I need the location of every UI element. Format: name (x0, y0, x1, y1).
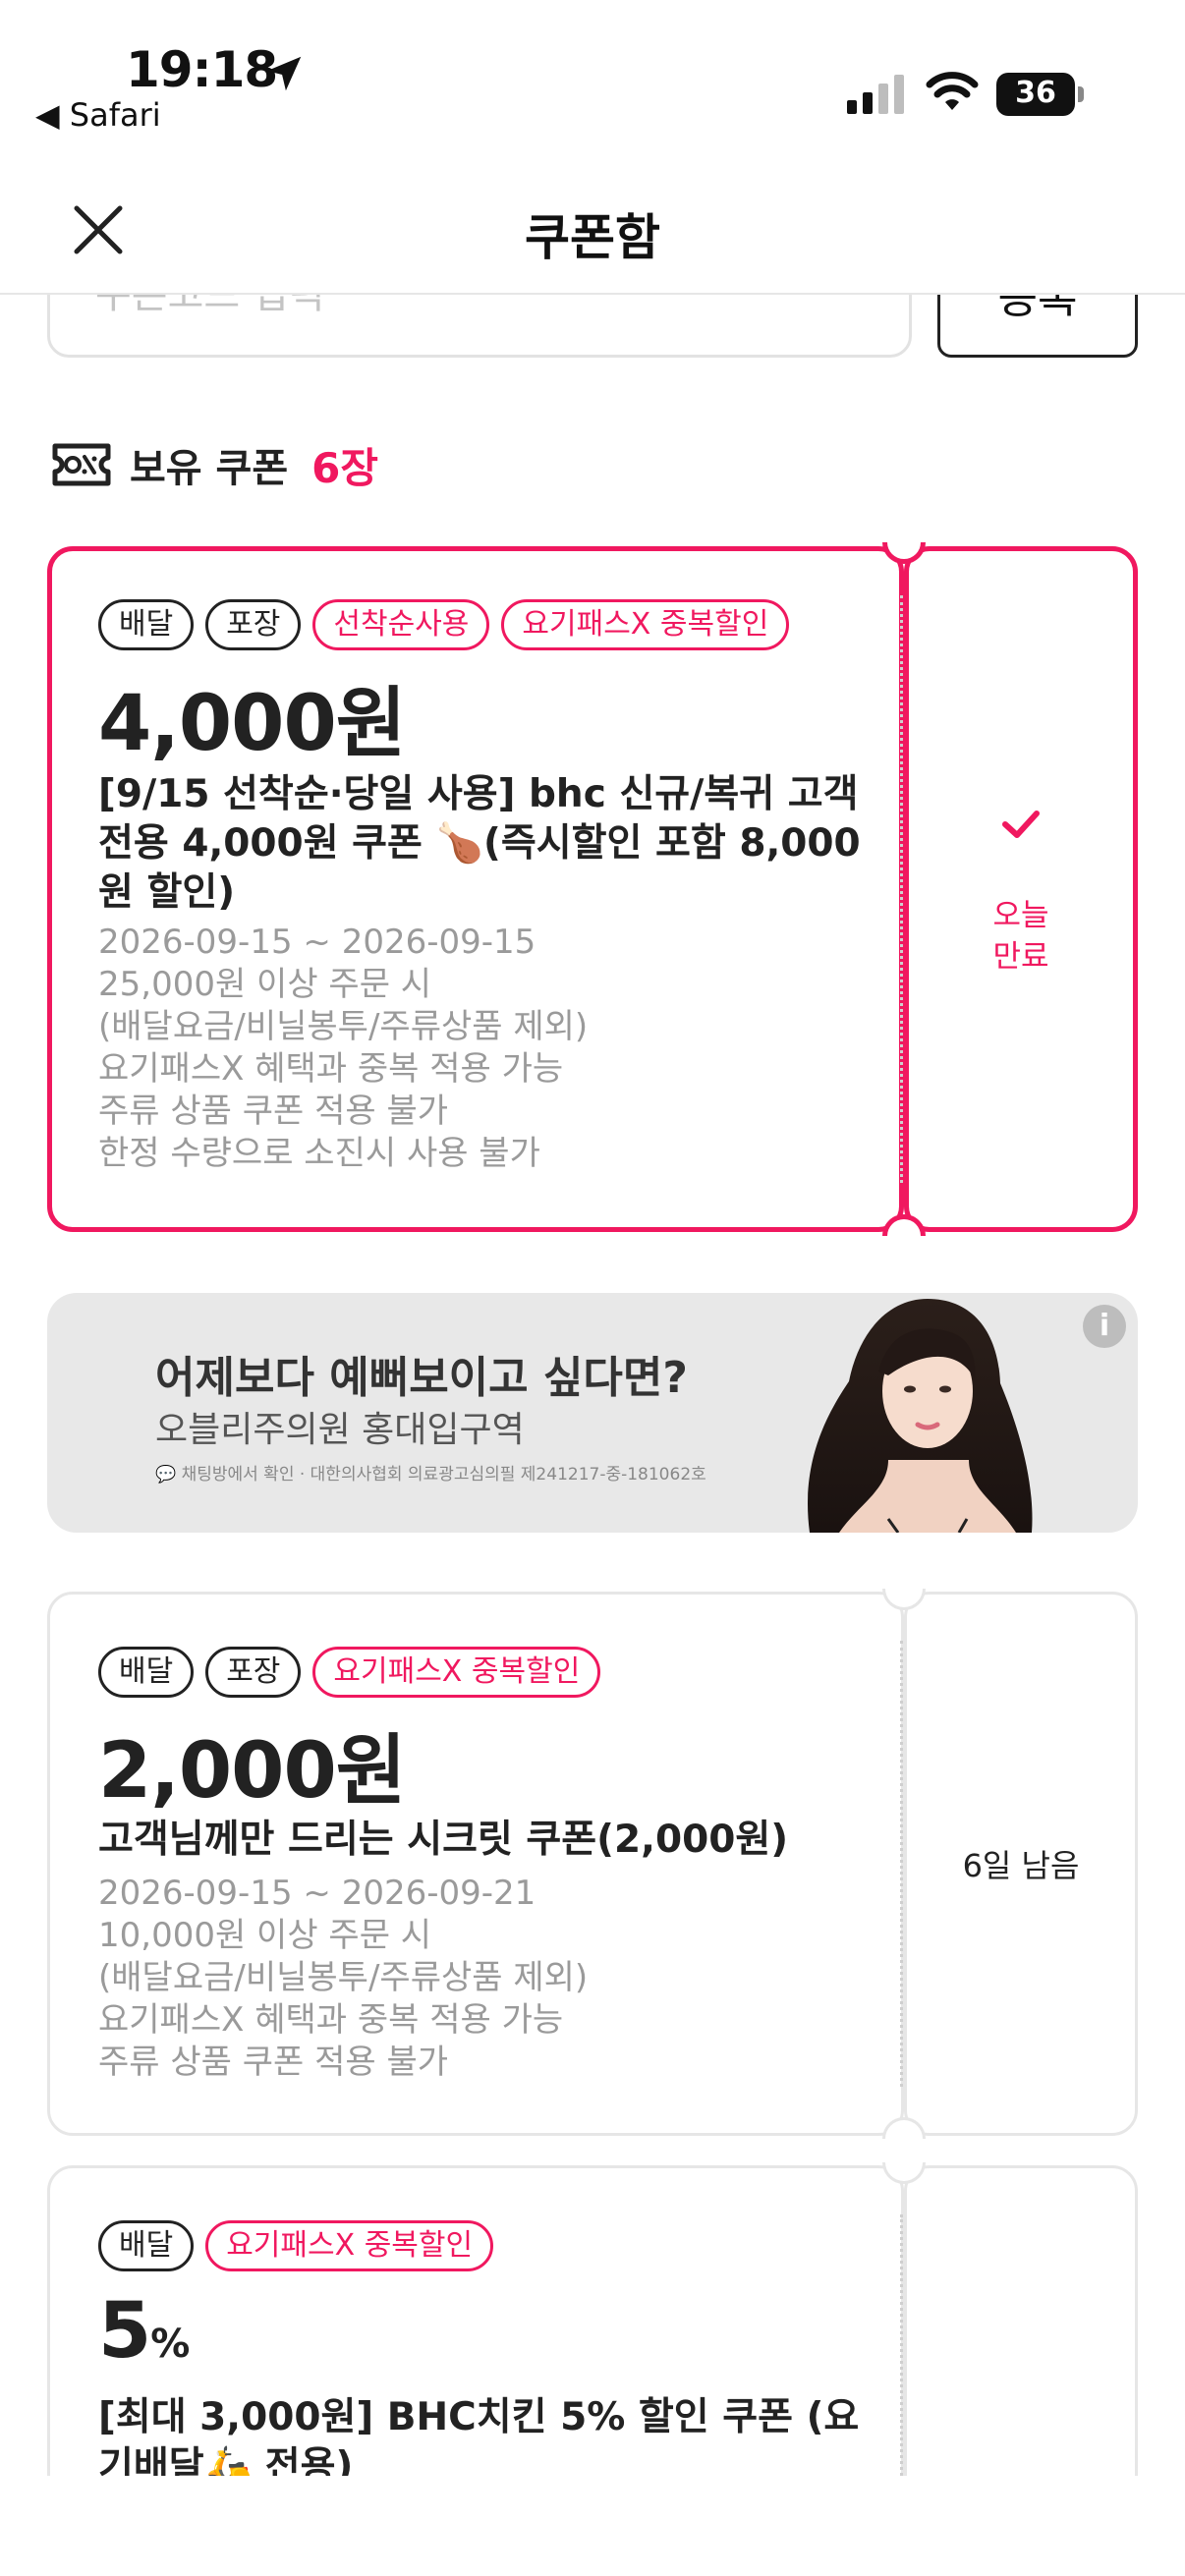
coupon-tag: 요기패스X 중복할인 (205, 2220, 494, 2271)
coupon-ticket-icon (52, 443, 111, 486)
coupon-details: 2026-09-15 ~ 2026-09-15 25,000원 이상 주문 시 … (98, 922, 588, 1175)
coupon-tag: 배달 (98, 2220, 195, 2271)
checkmark-icon (1002, 811, 1040, 838)
coupon-amount-unit: % (150, 2322, 190, 2367)
coupon-tag: 배달 (98, 599, 195, 650)
coupon-alcohol-note: 주류 상품 쿠폰 적용 불가 (98, 1092, 449, 1131)
coupon-status-panel: 오늘 만료 (904, 546, 1138, 1232)
coupon-title: 고객님께만 드리는 시크릿 쿠폰(2,000원) (98, 1818, 789, 1862)
ad-footnote: 💬 채팅방에서 확인 · 대한의사협회 의료광고심의필 제241217-중-18… (155, 1465, 706, 1484)
coupon-amount: 5% (98, 2287, 190, 2376)
status-time: 19:18 (126, 41, 278, 98)
ad-model-photo (808, 1299, 1033, 1533)
ad-subline: 오블리주의원 홍대입구역 (155, 1410, 525, 1450)
coupon-amount-value: 5 (98, 2287, 151, 2376)
coupon-card[interactable]: 배달 포장 선착순사용 요기패스X 중복할인 4,000원 [9/15 선착순·… (47, 542, 1138, 1236)
coupon-exclusions: (배달요금/비닐봉투/주류상품 제외) (98, 1007, 589, 1046)
status-bar: 19:18 ◀ Safari 36 (0, 0, 1185, 147)
owned-coupons-count: 6장 (311, 443, 379, 492)
cellular-signal-icon (847, 75, 904, 114)
coupon-min-order: 10,000원 이상 주문 시 (98, 1916, 432, 1955)
bottom-safe-area (0, 2476, 1185, 2576)
coupon-status-panel: 6일 남음 (904, 1592, 1138, 2136)
coupon-tags: 배달 요기패스X 중복할인 (98, 2220, 494, 2271)
coupon-details: 2026-09-15 ~ 2026-09-21 10,000원 이상 주문 시 … (98, 1873, 588, 2084)
coupon-days-left: 6일 남음 (962, 1847, 1080, 1884)
coupon-title: [9/15 선착순·당일 사용] bhc 신규/복귀 고객 전용 4,000원 … (98, 772, 861, 915)
coupon-stack-note: 요기패스X 혜택과 중복 적용 가능 (98, 1049, 564, 1089)
coupon-tag: 선착순사용 (312, 599, 490, 650)
coupon-expiry-status: 오늘 만료 (992, 898, 1049, 975)
coupon-stack-note: 요기패스X 혜택과 중복 적용 가능 (98, 2000, 564, 2040)
coupon-tag: 요기패스X 중복할인 (501, 599, 790, 650)
coupon-tag: 요기패스X 중복할인 (312, 1647, 601, 1698)
location-arrow-icon (266, 56, 302, 91)
coupon-amount: 4,000원 (98, 680, 406, 768)
ad-headline: 어제보다 예뻐보이고 싶다면? (155, 1353, 688, 1403)
coupon-tags: 배달 포장 선착순사용 요기패스X 중복할인 (98, 599, 790, 650)
ad-info-icon[interactable]: i (1083, 1305, 1126, 1348)
coupon-min-order: 25,000원 이상 주문 시 (98, 965, 432, 1004)
coupon-tags: 배달 포장 요기패스X 중복할인 (98, 1647, 601, 1698)
back-to-safari-link[interactable]: ◀ Safari (35, 96, 161, 134)
battery-level: 36 (1015, 76, 1056, 110)
page-title: 쿠폰함 (525, 209, 660, 266)
coupon-tag: 배달 (98, 1647, 195, 1698)
coupon-validity: 2026-09-15 ~ 2026-09-21 (98, 1874, 536, 1913)
coupon-tag: 포장 (205, 599, 302, 650)
wifi-icon (926, 72, 979, 110)
coupon-amount: 2,000원 (98, 1727, 406, 1816)
page-header: 쿠폰함 (0, 147, 1185, 295)
coupon-card[interactable]: 배달 포장 요기패스X 중복할인 2,000원 고객님께만 드리는 시크릿 쿠폰… (47, 1589, 1138, 2139)
coupon-exclusions: (배달요금/비닐봉투/주류상품 제외) (98, 1958, 589, 1997)
owned-coupons-heading: 보유 쿠폰 6장 (51, 430, 378, 499)
coupon-tag: 포장 (205, 1647, 302, 1698)
battery-icon: 36 (996, 73, 1084, 116)
owned-coupons-label: 보유 쿠폰 (130, 446, 289, 491)
coupon-alcohol-note: 주류 상품 쿠폰 적용 불가 (98, 2043, 449, 2082)
coupon-validity: 2026-09-15 ~ 2026-09-15 (98, 923, 536, 962)
coupon-limited-note: 한정 수량으로 소진시 사용 불가 (98, 1134, 540, 1173)
ad-banner[interactable]: 어제보다 예뻐보이고 싶다면? 오블리주의원 홍대입구역 💬 채팅방에서 확인 … (47, 1293, 1138, 1533)
